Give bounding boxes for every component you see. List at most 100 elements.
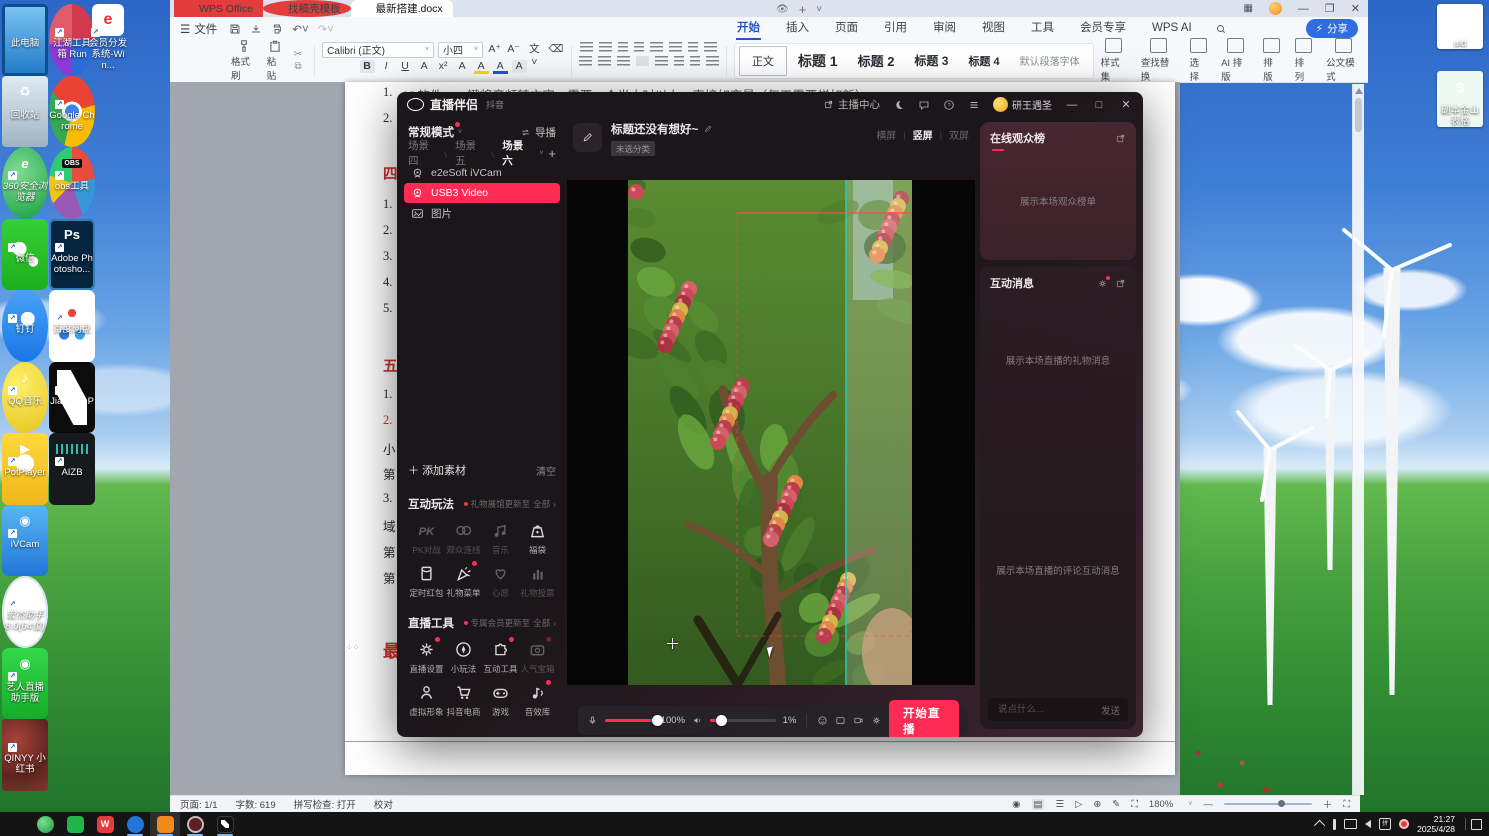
desktop-icon[interactable]: ♪ ↗ QQ音乐: [2, 361, 48, 433]
share-button[interactable]: ⚡ 分享: [1305, 19, 1358, 38]
table-handle-icon[interactable]: ⁘⁘: [346, 644, 359, 657]
font-name-select[interactable]: Calibri (正文) ˅: [322, 41, 434, 58]
interact-item[interactable]: 礼物菜单: [445, 561, 482, 599]
mic-icon[interactable]: [587, 714, 598, 727]
display-tab-portrait[interactable]: 竖屏: [913, 127, 933, 142]
clear-format-icon[interactable]: ⌫: [547, 43, 564, 56]
ribbon-tool-button[interactable]: 选择: [1183, 38, 1214, 83]
save-icon[interactable]: [229, 23, 241, 35]
zoom-out-button[interactable]: —: [1203, 799, 1213, 810]
scene-tab-active[interactable]: 场景六: [502, 138, 530, 168]
camera-icon[interactable]: [853, 714, 864, 727]
focus-mode-icon[interactable]: ⛶: [1131, 799, 1138, 810]
zoom-in-button[interactable]: ＋: [1323, 797, 1333, 811]
status-item[interactable]: 拼写检查: 打开: [294, 797, 356, 811]
zoom-slider[interactable]: [1223, 800, 1312, 807]
outline-view-icon[interactable]: ☰: [1055, 799, 1064, 810]
menu-item[interactable]: 视图: [969, 17, 1018, 40]
emoji-icon[interactable]: [817, 714, 828, 727]
wps-scrollbar[interactable]: [1352, 84, 1364, 795]
cut-icon[interactable]: ✂: [294, 49, 302, 60]
main-menu-icon[interactable]: [968, 99, 980, 111]
font-style-button[interactable]: B: [359, 59, 375, 73]
anchor-center-button[interactable]: 主播中心: [823, 97, 880, 112]
ribbon-tool-button[interactable]: AI 排版: [1214, 38, 1256, 83]
desktop-icon[interactable]: e ↗ 360安全浏览器: [2, 147, 48, 219]
notification-center-button[interactable]: [1465, 818, 1483, 830]
display-tab-dual[interactable]: 双屏: [949, 127, 969, 142]
font-style-button[interactable]: I: [379, 60, 394, 73]
popout-icon[interactable]: [1115, 133, 1126, 144]
interact-item[interactable]: 定时红包: [408, 563, 445, 599]
camera-preview[interactable]: [628, 180, 912, 685]
sort-icon[interactable]: [669, 41, 683, 52]
live-minimize-button[interactable]: —: [1065, 99, 1079, 111]
ribbon-tool-button[interactable]: 公文模式: [1319, 38, 1368, 83]
taskbar-clock[interactable]: 21:27 2025/4/28: [1417, 814, 1455, 834]
tray-input-language-icon[interactable]: 拼: [1379, 818, 1392, 830]
tool-item[interactable]: 小玩法: [445, 639, 482, 675]
live-close-button[interactable]: ✕: [1119, 98, 1133, 111]
format-painter-button[interactable]: 格式刷: [226, 39, 262, 82]
menu-item[interactable]: 页面: [822, 17, 871, 40]
tool-item[interactable]: 虚拟形象: [408, 682, 445, 718]
font-style-button[interactable]: A: [417, 60, 432, 73]
eye-icon[interactable]: 👁: [776, 4, 789, 15]
status-item[interactable]: 页面: 1/1: [180, 797, 218, 811]
number-list-icon[interactable]: [599, 41, 613, 52]
scroll-up-icon[interactable]: [1354, 88, 1363, 94]
text-direction-icon[interactable]: [650, 41, 664, 52]
start-streaming-button[interactable]: 开始直播: [888, 699, 959, 737]
fullscreen-icon[interactable]: ⛶: [1343, 799, 1350, 810]
taskbar-app-button[interactable]: [0, 812, 30, 836]
play-view-icon[interactable]: ▷: [1075, 799, 1082, 810]
category-tag[interactable]: 未选分类: [611, 141, 656, 156]
tray-display-icon[interactable]: [1344, 819, 1358, 829]
style-item[interactable]: 标题 3: [905, 52, 957, 69]
tools-update-link[interactable]: 专属会员更新至 全部 ›: [463, 617, 556, 629]
justify-icon[interactable]: [635, 55, 649, 66]
interact-item[interactable]: 观众连线: [445, 520, 482, 556]
tray-security-icon[interactable]: [1399, 819, 1410, 829]
popout-icon[interactable]: [1115, 278, 1126, 289]
bullet-list-icon[interactable]: [580, 41, 594, 52]
show-marks-icon[interactable]: [688, 41, 699, 52]
align-right-icon[interactable]: [616, 55, 630, 66]
desktop-icon[interactable]: W↗ uid: [1437, 4, 1483, 49]
zoom-chevron-icon[interactable]: ˅: [1188, 801, 1192, 808]
edit-title-icon[interactable]: [703, 124, 713, 134]
hamburger-icon[interactable]: ☰: [180, 22, 190, 36]
font-style-button[interactable]: U: [398, 60, 413, 73]
eye-protect-icon[interactable]: ◉: [1012, 799, 1020, 810]
font-style-button[interactable]: A: [492, 60, 508, 74]
theme-moon-icon[interactable]: [893, 99, 905, 111]
menu-item[interactable]: 插入: [773, 17, 822, 40]
desktop-icon[interactable]: ↗ Google Chrome: [49, 75, 95, 147]
tool-item[interactable]: 直播设置: [408, 637, 445, 675]
tray-expand-icon[interactable]: [1314, 819, 1326, 832]
ribbon-tool-button[interactable]: 查找替换: [1134, 38, 1183, 83]
style-item[interactable]: 标题 2: [849, 51, 904, 70]
tool-item[interactable]: 互动工具: [482, 637, 519, 675]
user-avatar[interactable]: [993, 97, 1008, 112]
print-icon[interactable]: [271, 23, 283, 35]
web-view-icon[interactable]: ⊕: [1093, 799, 1101, 810]
wps-document-tab[interactable]: 找稿壳模板: [263, 0, 351, 17]
redo-icon[interactable]: ↷˅: [318, 22, 334, 36]
minimize-button[interactable]: —: [1298, 3, 1309, 15]
output-icon[interactable]: [250, 23, 262, 35]
style-item[interactable]: 正文: [738, 45, 787, 76]
desktop-icon[interactable]: ◉ ↗ iVCam: [2, 504, 48, 576]
file-menu[interactable]: 文件: [194, 21, 217, 37]
taskbar-app-button[interactable]: [180, 812, 210, 836]
zoom-value[interactable]: 180%: [1149, 799, 1173, 810]
desktop-icon[interactable]: ↗ 钉钉: [2, 290, 48, 362]
interact-item[interactable]: PK对战: [408, 520, 445, 556]
mode-selector[interactable]: 常规模式: [408, 122, 460, 140]
chat-input[interactable]: [996, 703, 1095, 716]
increase-font-icon[interactable]: A⁺: [487, 43, 502, 56]
pen-icon[interactable]: ✎: [1112, 799, 1120, 810]
add-scene-button[interactable]: +: [548, 146, 556, 161]
source-item[interactable]: USB3 Video: [404, 183, 560, 203]
style-item[interactable]: 默认段落字体: [1011, 53, 1089, 68]
